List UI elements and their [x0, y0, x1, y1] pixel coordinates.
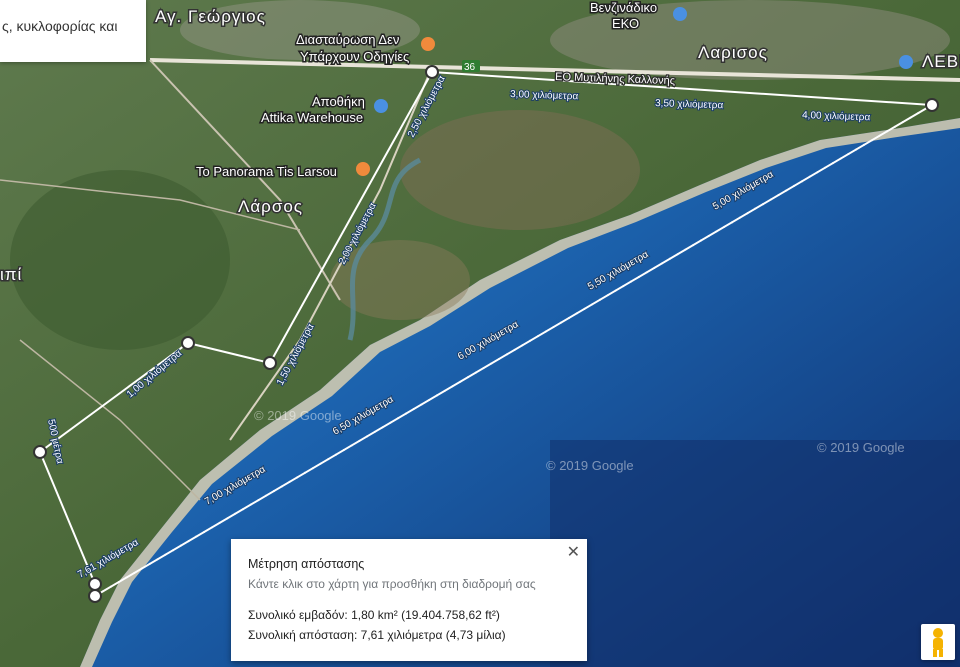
place-label-ag-georgios: Αγ. Γεώργιος — [155, 7, 266, 26]
map-copyright: © 2019 Google — [546, 458, 634, 473]
restaurant-pin-icon[interactable] — [421, 37, 435, 51]
close-icon[interactable]: ✕ — [567, 542, 580, 562]
measure-vertex[interactable] — [925, 98, 939, 112]
store-pin-icon[interactable] — [374, 99, 388, 113]
place-label-larisos: Λαρισος — [698, 43, 768, 62]
pegman-button[interactable] — [921, 624, 955, 660]
place-label-larsos: Λάρσος — [238, 197, 303, 216]
route-number: 36 — [464, 62, 476, 73]
wetland-area — [400, 110, 640, 230]
poi-label: ΕΚΟ — [612, 16, 639, 31]
gas-station-pin-icon[interactable] — [673, 7, 687, 21]
total-distance: Συνολική απόσταση: 7,61 χιλιόμετρα (4,73… — [248, 628, 506, 642]
search-box-text: ς, κυκλοφορίας και — [2, 18, 118, 34]
pegman-icon — [933, 628, 943, 657]
poi-label: Βενζινάδικο — [590, 0, 657, 15]
map-copyright: © 2019 Google — [254, 408, 342, 423]
map-copyright: © 2019 Google — [817, 440, 905, 455]
measure-vertex[interactable] — [88, 577, 102, 591]
deep-water-area — [550, 440, 960, 667]
place-label-leven: ΛΕΒΕΝ — [922, 52, 960, 71]
measure-vertex[interactable] — [263, 356, 277, 370]
poi-label: Υπάρχουν Οδηγίες — [300, 49, 409, 64]
poi-label: Attika Warehouse — [261, 110, 363, 125]
tick-label: 4,00 χιλιόμετρα — [802, 109, 871, 123]
measure-vertex[interactable] — [33, 445, 47, 459]
tick-label: 3,00 χιλιόμετρα — [510, 88, 579, 102]
measure-distance-card: ✕ Μέτρηση απόστασης Κάντε κλικ στο χάρτη… — [231, 539, 587, 661]
search-box[interactable]: ς, κυκλοφορίας και — [0, 0, 146, 62]
measure-vertex[interactable] — [181, 336, 195, 350]
store-pin-icon[interactable] — [899, 55, 913, 69]
poi-label: To Panorama Tis Larsou — [196, 164, 337, 179]
measure-vertex[interactable] — [88, 589, 102, 603]
tick-label: 3,50 χιλιόμετρα — [655, 97, 724, 111]
farmland-area — [10, 170, 230, 350]
measure-card-hint: Κάντε κλικ στο χάρτη για προσθήκη στη δι… — [248, 577, 536, 591]
restaurant-pin-icon[interactable] — [356, 162, 370, 176]
poi-label: Αποθήκη — [312, 94, 365, 109]
place-label-partial: ιπί — [0, 265, 22, 284]
measure-card-title: Μέτρηση απόστασης — [248, 557, 365, 571]
poi-label: Διασταύρωση Δεν — [296, 32, 399, 47]
total-area: Συνολικό εμβαδόν: 1,80 km² (19.404.758,6… — [248, 608, 500, 622]
